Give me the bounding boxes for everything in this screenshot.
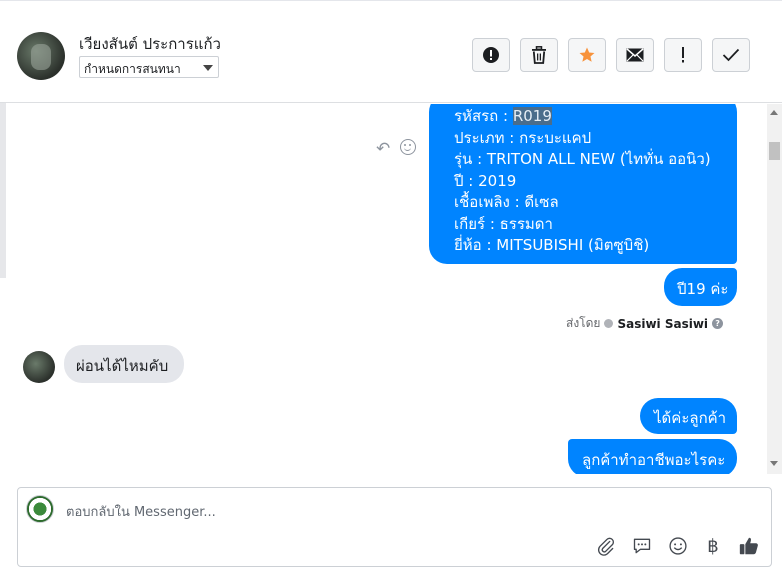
agent-status-icon [604,319,614,328]
car-code-value: R019 [512,107,552,125]
car-fuel-line: เชื้อเพลิง : ดีเซล [454,193,559,211]
envelope-icon [626,48,644,62]
thumbs-up-icon[interactable] [737,534,761,558]
trash-icon [532,46,546,64]
incoming-message[interactable]: ผ่อนได้ไหมคับ [64,345,184,383]
car-gear-line: เกียร์ : ธรรมดา [454,214,553,233]
message-thread[interactable]: ↶ รหัสรถ : R019 ประเภท : กระบะแคป รุ่น :… [6,104,767,474]
react-emoji-icon[interactable] [400,139,416,155]
conversation-header: เวียงสันต์ ประการแก้ว กำหนดการสนทนา [0,0,782,103]
star-icon [579,47,595,62]
car-type-line: ประเภท : กระบะแคป [454,128,592,147]
sent-by-info: ส่งโดย Sasiwi Sasiwi ? [566,314,724,333]
sent-by-label: ส่งโดย [566,316,601,330]
car-brand-line: ยี่ห้อ : MITSUBISHI (มิตซูบิชิ) [454,236,650,254]
car-details-message[interactable]: รหัสรถ : R019 ประเภท : กระบะแคป รุ่น : T… [429,104,737,264]
message-year-reply[interactable]: ปี19 ค่ะ [664,268,737,306]
reply-composer: ฿ [17,487,772,567]
scroll-thumb[interactable] [769,142,780,160]
car-model-line: รุ่น : TRITON ALL NEW (ไททั่น ออนิว) [454,150,711,168]
baht-icon[interactable]: ฿ [701,534,725,558]
mark-done-button[interactable] [712,38,750,72]
check-icon [722,48,740,62]
follow-up-button[interactable] [664,38,702,72]
mark-unread-button[interactable] [616,38,654,72]
saved-reply-icon[interactable] [630,534,654,558]
scroll-down-arrow-icon[interactable] [770,461,778,466]
exclamation-icon [682,47,684,63]
assign-conversation-dropdown[interactable]: กำหนดการสนทนา [79,56,219,78]
assign-conversation-label: กำหนดการสนทนา [84,62,181,76]
car-code-line: รหัสรถ : R019 [454,107,552,125]
paperclip-icon[interactable] [594,534,618,558]
help-icon[interactable]: ? [712,318,724,329]
sent-by-name[interactable]: Sasiwi Sasiwi [617,317,708,331]
contact-name[interactable]: เวียงสันต์ ประการแก้ว [79,32,221,56]
contact-avatar[interactable] [17,32,65,80]
delete-button[interactable] [520,38,558,72]
thread-scrollbar[interactable] [767,104,782,474]
message-job-question[interactable]: ลูกค้าทำอาชีพอะไรคะ [568,439,737,474]
car-year-line: ปี : 2019 [454,171,517,190]
emoji-icon[interactable] [666,534,690,558]
customer-avatar[interactable] [23,351,55,383]
alert-circle-icon [483,47,499,63]
reply-input[interactable] [66,502,666,522]
scroll-up-arrow-icon[interactable] [770,110,778,115]
message-ok-reply[interactable]: ได้ค่ะลูกค้า [640,398,737,434]
caret-down-icon [203,65,213,71]
page-avatar [26,495,54,523]
mark-spam-button[interactable] [472,38,510,72]
reply-arrow-icon[interactable]: ↶ [376,139,390,159]
star-button[interactable] [568,38,606,72]
